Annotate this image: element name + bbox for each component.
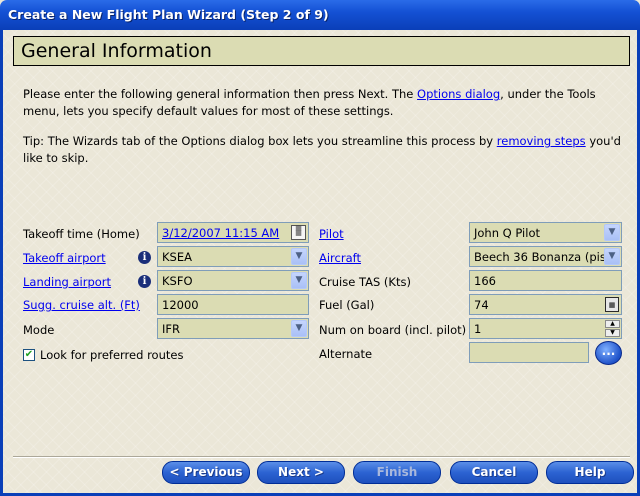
wizard-window: General Information Please enter the fol… [0, 30, 640, 496]
pilot-select[interactable]: John Q Pilot ▼ [469, 222, 622, 243]
takeoff-time-label: Takeoff time (Home) [23, 227, 140, 241]
preferred-routes-label: Look for preferred routes [40, 348, 184, 362]
mode-select[interactable]: IFR ▼ [157, 318, 309, 339]
previous-button[interactable]: < Previous [162, 461, 250, 484]
mode-label: Mode [23, 323, 55, 337]
cruise-tas-input[interactable]: 166 [469, 270, 622, 291]
chevron-down-icon[interactable]: ▼ [291, 320, 307, 337]
info-icon[interactable]: i [138, 251, 151, 264]
chevron-down-icon[interactable]: ▼ [291, 248, 307, 265]
spin-up-icon[interactable]: ▲ [605, 320, 620, 328]
section-header: General Information [13, 36, 630, 66]
section-title: General Information [21, 40, 212, 62]
finish-button[interactable]: Finish [353, 461, 441, 484]
cruise-tas-label: Cruise TAS (Kts) [319, 275, 411, 289]
chevron-down-icon[interactable]: ▼ [604, 248, 620, 265]
takeoff-airport-link[interactable]: Takeoff airport [23, 251, 106, 265]
next-button[interactable]: Next > [257, 461, 345, 484]
info-icon[interactable]: i [138, 275, 151, 288]
takeoff-time-field[interactable]: 3/12/2007 11:15 AM ▦ ▦ [157, 222, 309, 243]
alternate-input[interactable] [469, 342, 589, 363]
spin-down-icon[interactable]: ▼ [605, 329, 620, 337]
title-bar[interactable]: Create a New Flight Plan Wizard (Step 2 … [0, 0, 640, 30]
num-on-board-label: Num on board (incl. pilot) [319, 323, 467, 337]
takeoff-airport-select[interactable]: KSEA ▼ [157, 246, 309, 267]
num-on-board-stepper[interactable]: 1 ▲ ▼ [469, 318, 622, 339]
help-button[interactable]: Help [546, 461, 634, 484]
tip-text: Tip: The Wizards tab of the Options dial… [23, 134, 621, 165]
landing-airport-link[interactable]: Landing airport [23, 275, 111, 289]
calculator-icon[interactable]: ▦ [605, 297, 619, 312]
fuel-label: Fuel (Gal) [319, 298, 375, 312]
pilot-link[interactable]: Pilot [319, 227, 344, 241]
preferred-routes-checkbox[interactable]: ✔ [23, 349, 35, 361]
browse-alternate-button[interactable]: ... [595, 341, 622, 365]
calendar-icon[interactable]: ▦ ▦ [291, 225, 306, 240]
separator [13, 456, 630, 458]
intro-text: Please enter the following general infor… [23, 87, 596, 118]
chevron-down-icon[interactable]: ▼ [604, 224, 620, 241]
aircraft-link[interactable]: Aircraft [319, 251, 361, 265]
chevron-down-icon[interactable]: ▼ [291, 272, 307, 289]
landing-airport-select[interactable]: KSFO ▼ [157, 270, 309, 291]
window-title: Create a New Flight Plan Wizard (Step 2 … [8, 7, 329, 22]
cruise-alt-input[interactable]: 12000 [157, 294, 309, 315]
cruise-alt-link[interactable]: Sugg. cruise alt. (Ft) [23, 298, 140, 312]
spin-buttons[interactable]: ▲ ▼ [605, 320, 620, 337]
aircraft-select[interactable]: Beech 36 Bonanza (pis ▼ [469, 246, 622, 267]
cancel-button[interactable]: Cancel [450, 461, 538, 484]
alternate-label: Alternate [319, 347, 373, 361]
takeoff-time-value: 3/12/2007 11:15 AM [162, 226, 280, 240]
removing-steps-link[interactable]: removing steps [497, 134, 586, 148]
fuel-input[interactable]: 74 ▦ [469, 294, 622, 315]
options-dialog-link[interactable]: Options dialog [417, 87, 500, 101]
